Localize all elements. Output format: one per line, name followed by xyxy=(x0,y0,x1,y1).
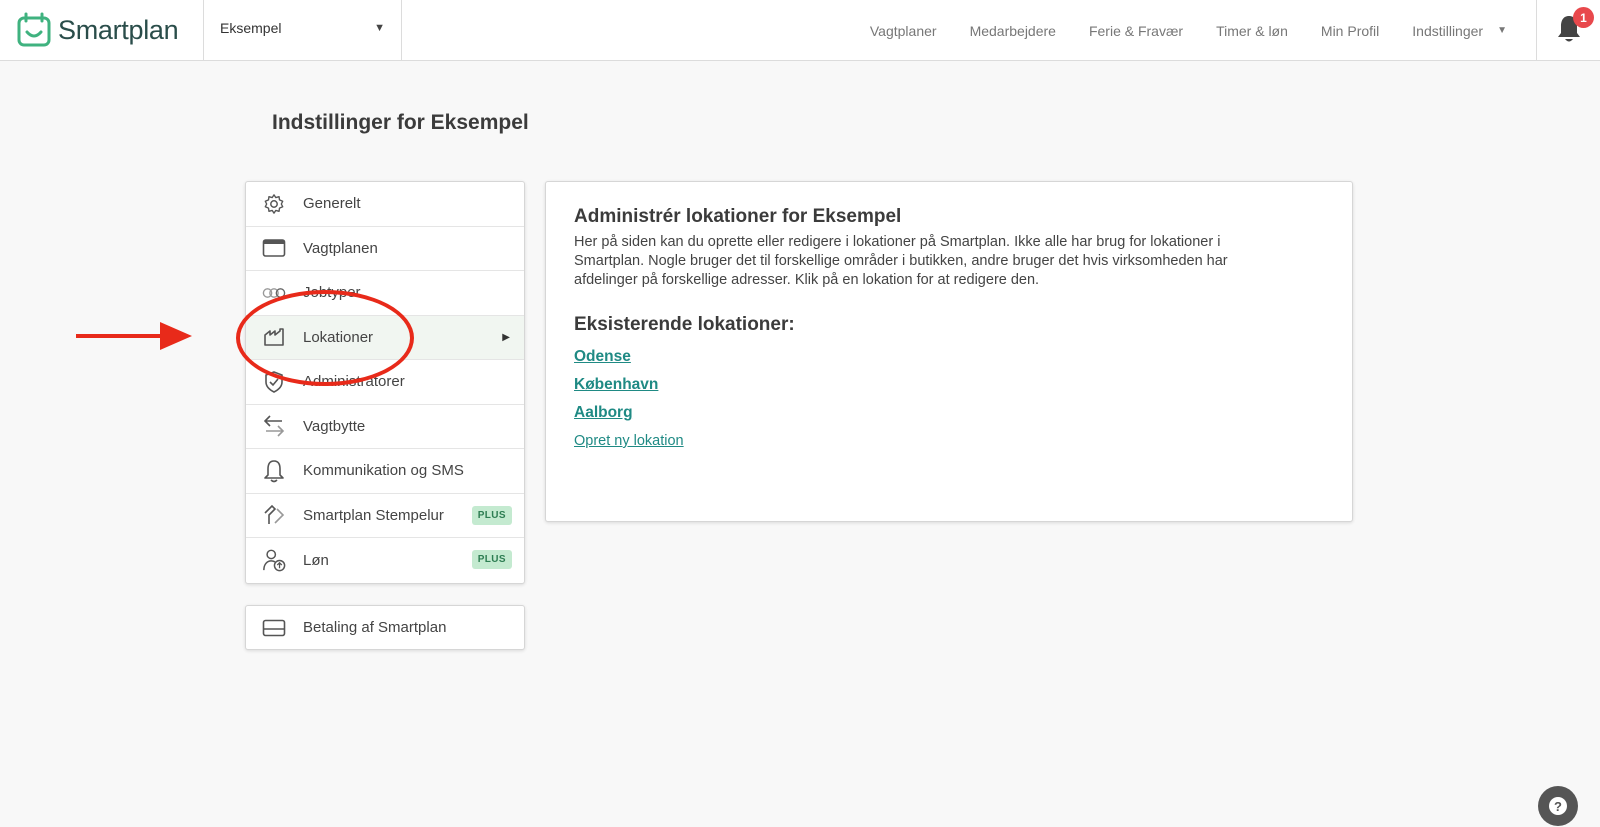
clock-in-icon xyxy=(262,503,286,527)
nav-ferie-fravaer[interactable]: Ferie & Fravær xyxy=(1089,23,1183,39)
question-icon: ? xyxy=(1549,797,1567,815)
locations-card: Administrér lokationer for Eksempel Her … xyxy=(545,181,1353,522)
nav-indstillinger[interactable]: Indstillinger xyxy=(1412,23,1483,39)
card-description: Her på siden kan du oprette eller redige… xyxy=(574,234,1228,288)
create-location-link[interactable]: Opret ny lokation xyxy=(574,433,1324,449)
location-link-odense[interactable]: Odense xyxy=(574,348,1324,366)
plus-badge: PLUS xyxy=(471,505,512,525)
swap-arrows-icon xyxy=(262,414,286,438)
menu-item-label: Smartplan Stempelur xyxy=(303,506,444,524)
company-select-value: Eksempel xyxy=(220,20,282,36)
gear-icon xyxy=(262,192,286,216)
menu-item-vagtbytte[interactable]: Vagtbytte xyxy=(246,405,524,449)
annotation-circle xyxy=(236,290,414,386)
menu-item-label: Generelt xyxy=(303,195,361,213)
page-title: Indstillinger for Eksempel xyxy=(272,111,529,134)
caret-down-icon[interactable]: ▼ xyxy=(1497,25,1507,36)
user-upload-icon xyxy=(262,548,286,572)
menu-item-label: Kommunikation og SMS xyxy=(303,462,464,480)
nav-vagtplaner[interactable]: Vagtplaner xyxy=(870,23,937,39)
plus-badge: PLUS xyxy=(471,550,512,569)
menu-item-label: Løn xyxy=(303,551,329,569)
divider xyxy=(401,0,402,61)
chevron-right-icon: ▶ xyxy=(502,331,510,343)
location-link-kobenhavn[interactable]: København xyxy=(574,376,1324,394)
bell-icon xyxy=(262,459,286,483)
settings-menu: Generelt Vagtplanen Jobtyper Lokationer … xyxy=(245,181,525,584)
location-link-aalborg[interactable]: Aalborg xyxy=(574,404,1324,422)
notification-badge: 1 xyxy=(1573,7,1594,28)
company-select[interactable]: Eksempel ▼ xyxy=(220,20,385,36)
existing-locations-heading: Eksisterende lokationer: xyxy=(574,314,795,335)
divider xyxy=(203,0,204,61)
menu-item-lon[interactable]: Løn PLUS xyxy=(246,538,524,583)
nav-medarbejdere[interactable]: Medarbejdere xyxy=(970,23,1056,39)
divider xyxy=(1536,0,1537,61)
menu-item-vagtplanen[interactable]: Vagtplanen xyxy=(246,227,524,271)
calendar-icon xyxy=(262,236,286,260)
top-bar: Smartplan Eksempel ▼ Vagtplaner Medarbej… xyxy=(0,0,1600,61)
nav-min-profil[interactable]: Min Profil xyxy=(1321,23,1379,39)
menu-item-generelt[interactable]: Generelt xyxy=(246,182,524,227)
nav-timer-lon[interactable]: Timer & løn xyxy=(1216,23,1288,39)
notifications-button[interactable]: 1 xyxy=(1556,7,1594,48)
smartplan-logo-icon xyxy=(17,12,51,47)
main-nav: Vagtplaner Medarbejdere Ferie & Fravær T… xyxy=(837,0,1507,61)
help-button[interactable]: ? xyxy=(1538,786,1578,826)
menu-item-label: Vagtbytte xyxy=(303,417,366,435)
annotation-arrow-icon xyxy=(76,322,192,350)
credit-card-icon xyxy=(262,616,286,640)
menu-item-label: Betaling af Smartplan xyxy=(303,619,447,636)
menu-item-label: Vagtplanen xyxy=(303,239,378,257)
menu-item-kommunikation[interactable]: Kommunikation og SMS xyxy=(246,449,524,494)
menu-item-betaling[interactable]: Betaling af Smartplan xyxy=(245,605,525,650)
card-title: Administrér lokationer for Eksempel xyxy=(574,206,902,227)
app-logo[interactable]: Smartplan xyxy=(16,12,179,48)
menu-item-stempelur[interactable]: Smartplan Stempelur PLUS xyxy=(246,494,524,538)
caret-down-icon: ▼ xyxy=(374,22,385,34)
app-name: Smartplan xyxy=(58,14,179,45)
